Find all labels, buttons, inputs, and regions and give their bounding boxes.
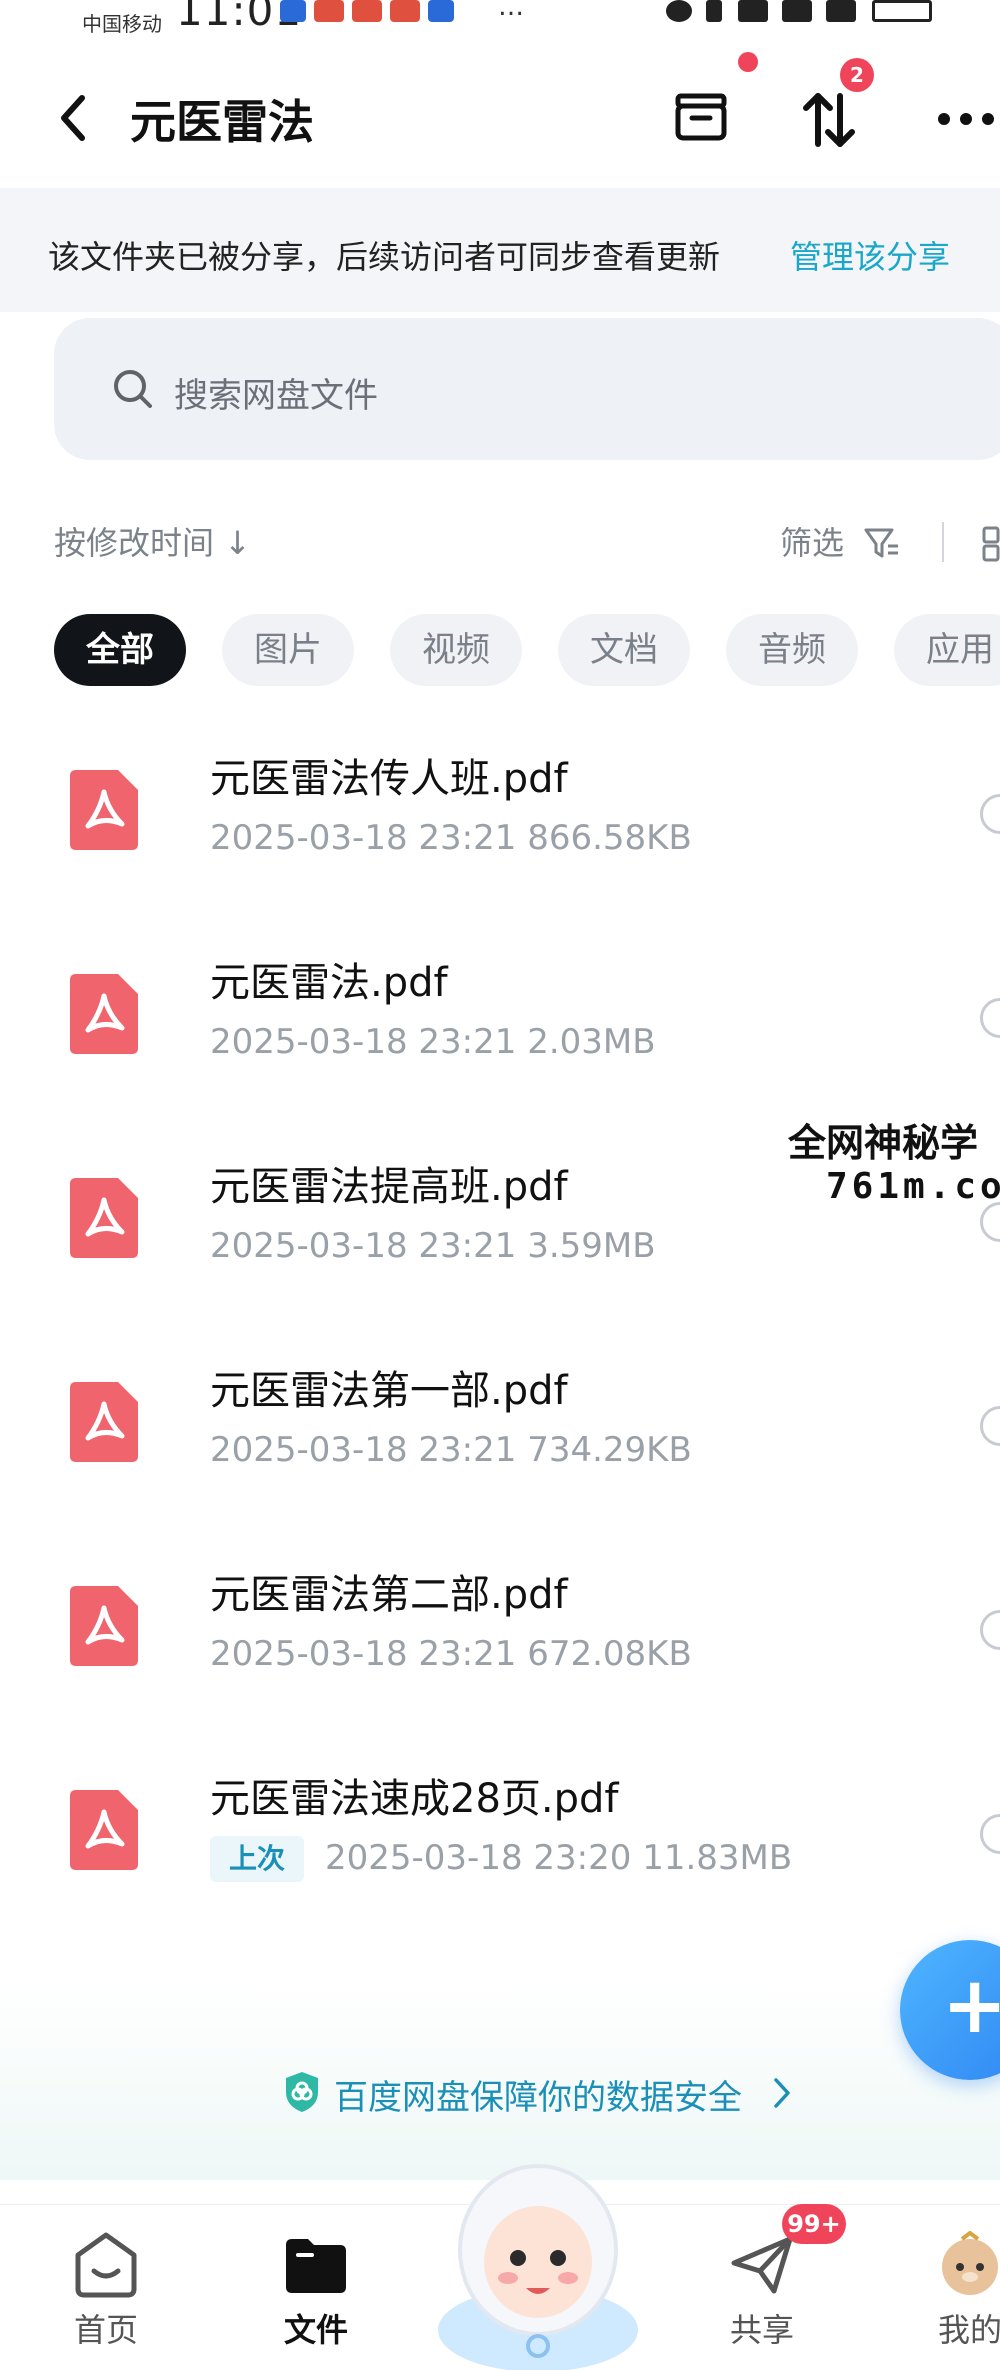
page-title: 元医雷法 — [130, 95, 314, 149]
chip-images[interactable]: 图片 — [222, 614, 354, 686]
file-row[interactable]: 元医雷法第二部.pdf 2025-03-18 23:21 672.08KB — [0, 1536, 1000, 1716]
file-meta: 2025-03-18 23:21 734.29KB — [210, 1430, 692, 1470]
more-notifications-icon: … — [498, 0, 524, 22]
music-notification-icon — [428, 0, 454, 22]
sort-by-modified-time[interactable]: 按修改时间 ↓ — [54, 518, 251, 564]
app-notification-icon — [390, 0, 420, 22]
archive-icon[interactable] — [672, 88, 730, 146]
nav-share-label: 共享 — [729, 2311, 794, 2349]
file-meta: 2025-03-18 23:21 2.03MB — [210, 1022, 656, 1062]
shield-icon — [286, 2072, 318, 2112]
watermark-url: 761m.co — [826, 1166, 1000, 1207]
file-meta: 2025-03-18 23:21 866.58KB — [210, 818, 692, 858]
pdf-file-icon — [70, 1790, 138, 1870]
share-banner: 该文件夹已被分享，后续访问者可同步查看更新 管理该分享 — [0, 188, 1000, 312]
chip-documents[interactable]: 文档 — [558, 614, 690, 686]
bluetooth-icon — [706, 0, 722, 22]
battery-icon — [872, 0, 932, 22]
back-arrow-icon[interactable] — [52, 88, 96, 148]
file-meta: 2025-03-18 23:21 672.08KB — [210, 1634, 692, 1674]
share-banner-text: 该文件夹已被分享，后续访问者可同步查看更新 — [48, 238, 721, 276]
select-checkbox[interactable] — [980, 1202, 1000, 1242]
signal-icon — [782, 0, 812, 22]
carrier-label: 中国移动 — [82, 12, 162, 36]
watermark-text: 全网神秘学 — [788, 1112, 979, 1167]
file-row[interactable]: 元医雷法传人班.pdf 2025-03-18 23:21 866.58KB — [0, 720, 1000, 900]
select-checkbox[interactable] — [980, 1406, 1000, 1446]
folder-icon — [286, 2239, 346, 2293]
more-options-icon[interactable] — [936, 104, 1000, 134]
file-name: 元医雷法.pdf — [210, 960, 448, 1006]
nav-files-label: 文件 — [283, 2311, 348, 2349]
file-name: 元医雷法提高班.pdf — [210, 1164, 568, 1210]
filter-icon[interactable] — [862, 524, 902, 564]
search-placeholder: 搜索网盘文件 — [174, 376, 378, 416]
plus-icon: + — [942, 1961, 1000, 2051]
search-icon — [114, 370, 152, 408]
chevron-right-icon — [774, 2078, 790, 2108]
notification-icons — [280, 0, 454, 22]
select-checkbox[interactable] — [980, 794, 1000, 834]
app-notification-icon — [314, 0, 344, 22]
pdf-file-icon — [70, 1586, 138, 1666]
pdf-file-icon — [70, 1382, 138, 1462]
signal-icon — [826, 0, 856, 22]
chip-all[interactable]: 全部 — [54, 614, 186, 686]
file-name: 元医雷法传人班.pdf — [210, 756, 568, 802]
chip-videos[interactable]: 视频 — [390, 614, 522, 686]
pdf-file-icon — [70, 770, 138, 850]
nav-home[interactable]: 首页 — [26, 2205, 186, 2370]
file-row[interactable]: 元医雷法第一部.pdf 2025-03-18 23:21 734.29KB — [0, 1332, 1000, 1512]
file-meta: 2025-03-18 23:21 3.59MB — [210, 1226, 656, 1266]
wifi-icon — [738, 0, 768, 22]
security-text: 百度网盘保障你的数据安全 — [334, 2078, 742, 2118]
app-notification-icon — [280, 0, 306, 22]
select-checkbox[interactable] — [980, 1610, 1000, 1650]
nav-me[interactable]: 我的 — [890, 2205, 1000, 2370]
chip-audio[interactable]: 音频 — [726, 614, 858, 686]
system-status-icons — [666, 0, 986, 26]
file-meta: 2025-03-18 23:20 11.83MB — [325, 1838, 793, 1878]
select-checkbox[interactable] — [980, 1814, 1000, 1854]
avatar — [942, 2231, 998, 2295]
file-name: 元医雷法速成28页.pdf — [210, 1776, 619, 1822]
nav-me-label: 我的 — [937, 2311, 1000, 2349]
last-opened-tag: 上次 — [210, 1836, 304, 1882]
category-chips: 全部 图片 视频 文档 音频 应用 — [54, 614, 1000, 686]
chip-apps[interactable]: 应用 — [894, 614, 1000, 686]
toolbar-divider — [942, 522, 944, 562]
nav-home-label: 首页 — [73, 2311, 138, 2349]
transfer-count-badge: 2 — [840, 58, 874, 92]
view-mode-icon[interactable] — [980, 524, 1000, 564]
file-row[interactable]: 元医雷法速成28页.pdf 上次 2025-03-18 23:20 11.83M… — [0, 1740, 1000, 1920]
home-icon — [75, 2232, 137, 2298]
notification-dot — [738, 52, 758, 72]
file-row[interactable]: 元医雷法.pdf 2025-03-18 23:21 2.03MB — [0, 924, 1000, 1104]
manage-share-link[interactable]: 管理该分享 — [790, 232, 950, 278]
file-name: 元医雷法第二部.pdf — [210, 1572, 568, 1618]
paper-plane-icon — [731, 2236, 793, 2294]
pdf-file-icon — [70, 1178, 138, 1258]
mascot-assistant-icon[interactable] — [428, 2140, 648, 2370]
transfer-icon[interactable] — [800, 88, 860, 152]
filter-button[interactable]: 筛选 — [780, 518, 844, 564]
select-checkbox[interactable] — [980, 998, 1000, 1038]
alarm-icon — [666, 0, 692, 22]
nav-files[interactable]: 文件 — [236, 2205, 396, 2370]
status-bar: 中国移动 11:01 … — [0, 0, 1000, 40]
top-app-bar: 元医雷法 2 — [0, 52, 1000, 178]
file-name: 元医雷法第一部.pdf — [210, 1368, 568, 1414]
search-input[interactable]: 搜索网盘文件 — [54, 318, 1000, 460]
pdf-file-icon — [70, 974, 138, 1054]
share-count-badge: 99+ — [782, 2204, 846, 2244]
app-notification-icon — [352, 0, 382, 22]
